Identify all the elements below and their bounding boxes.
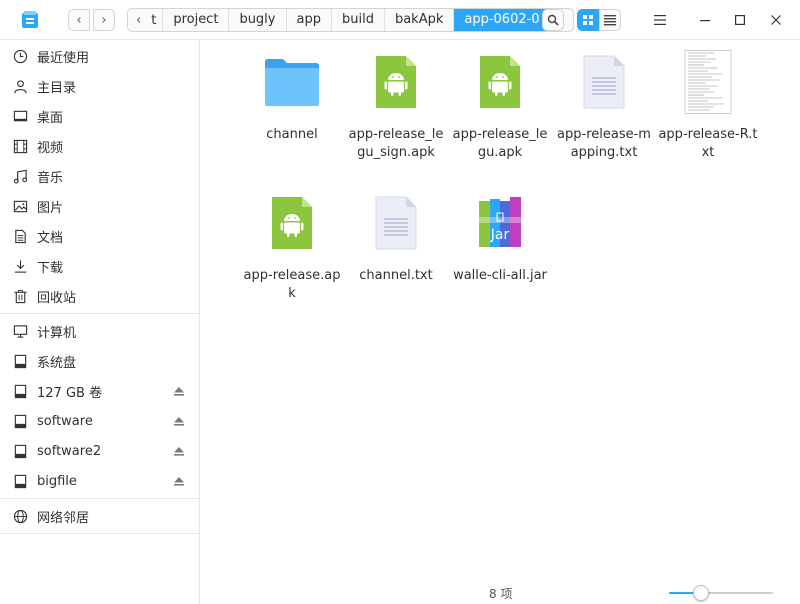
close-icon xyxy=(771,15,781,25)
breadcrumb-item-build[interactable]: build xyxy=(332,9,385,31)
sidebar-item-127gb-volume[interactable]: 127 GB 卷 xyxy=(0,376,200,406)
apk-file-icon xyxy=(364,50,428,114)
maximize-icon xyxy=(735,15,745,25)
chevron-right-icon: › xyxy=(101,12,107,28)
drive-icon xyxy=(12,473,28,489)
document-icon xyxy=(12,228,28,244)
search-icon xyxy=(547,14,559,26)
sidebar-item-software[interactable]: software xyxy=(0,406,200,436)
eject-icon[interactable] xyxy=(173,475,185,487)
list-view-icon xyxy=(604,15,616,26)
svg-text:Jar: Jar xyxy=(490,227,510,243)
video-icon xyxy=(12,138,28,154)
breadcrumb-item-current[interactable]: app-0602-0 xyxy=(454,9,551,31)
sidebar-item-music[interactable]: 音乐 xyxy=(0,161,200,191)
file-item-jar[interactable]: Jar walle-cli-all.jar xyxy=(450,191,550,285)
apk-file-icon xyxy=(468,50,532,114)
computer-icon xyxy=(12,323,28,339)
drive-icon xyxy=(12,353,28,369)
file-item-apk[interactable]: app-release_legu_sign.apk xyxy=(346,50,446,162)
clock-icon xyxy=(12,48,28,64)
text-file-icon xyxy=(364,191,428,255)
eject-icon[interactable] xyxy=(173,445,185,457)
sidebar-item-documents[interactable]: 文档 xyxy=(0,221,200,251)
folder-icon xyxy=(260,50,324,114)
network-icon xyxy=(12,508,28,524)
minimize-icon xyxy=(700,20,710,22)
drive-icon xyxy=(12,383,28,399)
title-bar: ‹ › ‹ t project bugly app build bakApk a… xyxy=(0,0,800,40)
apk-file-icon xyxy=(260,191,324,255)
sidebar-item-bigfile[interactable]: bigfile xyxy=(0,466,200,496)
sidebar-divider xyxy=(0,533,200,534)
text-file-icon xyxy=(572,50,636,114)
file-item-txt[interactable]: app-release-mapping.txt xyxy=(554,50,654,162)
sidebar-item-trash[interactable]: 回收站 xyxy=(0,281,200,311)
file-item-channel-folder[interactable]: channel xyxy=(242,50,342,144)
forward-button[interactable]: › xyxy=(93,9,115,31)
breadcrumb-item-bakapk[interactable]: bakApk xyxy=(385,9,455,31)
zoom-slider[interactable] xyxy=(669,585,773,601)
close-button[interactable] xyxy=(765,9,787,31)
list-view-button[interactable] xyxy=(599,9,621,31)
hamburger-menu-icon xyxy=(654,15,666,25)
chevron-left-icon: ‹ xyxy=(136,12,142,28)
chevron-left-icon: ‹ xyxy=(76,12,82,28)
drive-icon xyxy=(12,443,28,459)
breadcrumb-item-app[interactable]: app xyxy=(287,9,332,31)
home-icon xyxy=(12,78,28,94)
sidebar-item-pictures[interactable]: 图片 xyxy=(0,191,200,221)
download-icon xyxy=(12,258,28,274)
music-icon xyxy=(12,168,28,184)
jar-archive-icon: Jar xyxy=(468,191,532,255)
sidebar-divider xyxy=(0,313,200,314)
eject-icon[interactable] xyxy=(173,415,185,427)
file-item-txt[interactable]: app-release-R.txt xyxy=(658,50,758,162)
sidebar-item-software2[interactable]: software2 xyxy=(0,436,200,466)
breadcrumb: ‹ t project bugly app build bakApk app-0… xyxy=(127,8,574,32)
picture-icon xyxy=(12,198,28,214)
breadcrumb-item-project[interactable]: project xyxy=(163,9,230,31)
drive-icon xyxy=(12,413,28,429)
sidebar-item-system-disk[interactable]: 系统盘 xyxy=(0,346,200,376)
desktop-icon xyxy=(12,108,28,124)
trash-icon xyxy=(12,288,28,304)
back-button[interactable]: ‹ xyxy=(68,9,90,31)
maximize-button[interactable] xyxy=(729,9,751,31)
file-item-apk[interactable]: app-release.apk xyxy=(242,191,342,303)
sidebar-item-computer[interactable]: 计算机 xyxy=(0,316,200,346)
menu-button[interactable] xyxy=(649,9,671,31)
search-button[interactable] xyxy=(542,9,564,31)
file-item-apk[interactable]: app-release_legu.apk xyxy=(450,50,550,162)
sidebar-item-downloads[interactable]: 下载 xyxy=(0,251,200,281)
grid-view-icon xyxy=(583,15,593,25)
item-count-status: 8 项 xyxy=(489,587,513,601)
sidebar-item-recent[interactable]: 最近使用 xyxy=(0,41,200,71)
sidebar-item-home[interactable]: 主目录 xyxy=(0,71,200,101)
sidebar-item-network[interactable]: 网络邻居 xyxy=(0,501,200,531)
zoom-slider-handle[interactable] xyxy=(692,585,709,601)
file-item-txt[interactable]: channel.txt xyxy=(346,191,446,285)
sidebar: 最近使用 主目录 桌面 视频 音乐 图片 文档 下载 回收站 计算机 系统盘 1… xyxy=(0,40,200,604)
file-manager-logo-icon xyxy=(20,10,40,30)
sidebar-divider xyxy=(0,498,200,499)
minimize-button[interactable] xyxy=(694,9,716,31)
sidebar-item-videos[interactable]: 视频 xyxy=(0,131,200,161)
icon-view-button[interactable] xyxy=(577,9,599,31)
breadcrumb-item-t[interactable]: ‹ t xyxy=(128,9,164,31)
breadcrumb-item-bugly[interactable]: bugly xyxy=(229,9,287,31)
sidebar-item-desktop[interactable]: 桌面 xyxy=(0,101,200,131)
file-view: channel app-release_legu_sign.apk app-re… xyxy=(201,40,800,604)
eject-icon[interactable] xyxy=(173,385,185,397)
text-preview-icon xyxy=(676,50,740,114)
